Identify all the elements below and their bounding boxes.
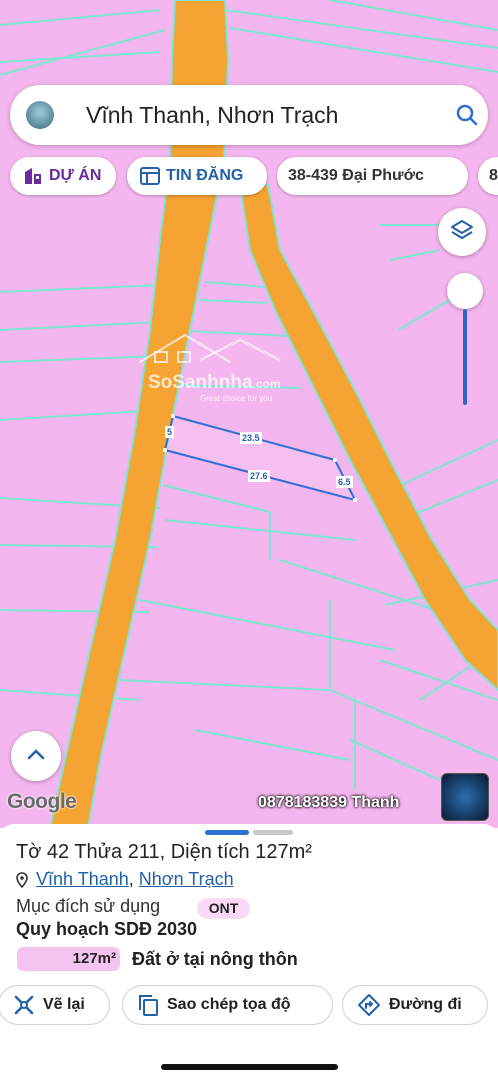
dimension-label: 6.5 bbox=[336, 476, 353, 488]
dimension-label: 27.6 bbox=[248, 470, 270, 482]
layers-button[interactable] bbox=[438, 208, 486, 256]
plan-heading: Quy hoạch SDĐ 2030 bbox=[16, 919, 198, 939]
location-pin-icon bbox=[16, 871, 28, 888]
land-use-label: Đất ở tại nông thôn bbox=[132, 949, 298, 969]
chip-label: 8 bbox=[489, 167, 498, 184]
directions-icon bbox=[357, 993, 381, 1017]
purpose-label: Mục đích sử dụng bbox=[16, 896, 161, 916]
map-view[interactable]: 5 23.5 27.6 6.5 SoSanhnha.com Great choi… bbox=[0, 0, 498, 828]
location-separator: , bbox=[128, 869, 139, 889]
building-icon bbox=[23, 166, 43, 186]
home-indicator[interactable] bbox=[161, 1064, 338, 1070]
search-icon[interactable] bbox=[456, 104, 478, 131]
search-bar[interactable]: Vĩnh Thanh, Nhơn Trạch bbox=[10, 85, 488, 145]
info-sheet: Tờ 42 Thửa 211, Diện tích 127m² Vĩnh Tha… bbox=[0, 824, 498, 1080]
chip-location[interactable]: 38-439 Đại Phước bbox=[277, 157, 468, 195]
chip-label: 38-439 Đại Phước bbox=[288, 167, 424, 184]
brand-thumbnail[interactable] bbox=[441, 773, 489, 821]
listing-icon bbox=[140, 167, 160, 185]
selected-parcel[interactable] bbox=[163, 414, 357, 502]
chip-du-an[interactable]: DỰ ÁN bbox=[10, 157, 116, 195]
area-swatch: 127m² bbox=[17, 947, 120, 971]
avatar[interactable] bbox=[26, 101, 54, 129]
search-title[interactable]: Vĩnh Thanh, Nhơn Trạch bbox=[86, 102, 338, 129]
watermark-text: SoSanhnha.com bbox=[148, 372, 281, 393]
copy-coordinates-button[interactable]: Sao chép tọa độ bbox=[122, 985, 333, 1025]
directions-button[interactable]: Đường đi bbox=[342, 985, 488, 1025]
location-ward-link[interactable]: Vĩnh Thanh bbox=[36, 869, 129, 890]
location-district-link[interactable]: Nhơn Trạch bbox=[139, 869, 234, 890]
scroll-up-button[interactable] bbox=[11, 731, 61, 781]
purpose-badge: ONT bbox=[197, 898, 250, 919]
button-label: Vẽ lại bbox=[43, 996, 85, 1013]
chevron-up-icon bbox=[26, 747, 46, 766]
dimension-label: 23.5 bbox=[240, 432, 262, 444]
zoom-slider-track[interactable] bbox=[463, 309, 467, 405]
sheet-indicator bbox=[253, 830, 293, 835]
copy-icon bbox=[137, 993, 159, 1017]
button-label: Đường đi bbox=[389, 996, 462, 1013]
layers-icon bbox=[450, 218, 474, 247]
redraw-button[interactable]: Vẽ lại bbox=[0, 985, 110, 1025]
parcel-title: Tờ 42 Thửa 211, Diện tích 127m² bbox=[16, 841, 312, 863]
phone-label: 0878183839 Thanh bbox=[258, 794, 400, 811]
google-logo: Google bbox=[7, 790, 77, 813]
watermark-tagline: Great choice for you bbox=[200, 394, 273, 403]
redraw-icon bbox=[13, 994, 35, 1016]
button-label: Sao chép tọa độ bbox=[167, 996, 291, 1013]
chip-label: DỰ ÁN bbox=[49, 167, 102, 184]
parcel-location: Vĩnh Thanh, Nhơn Trạch bbox=[16, 869, 234, 890]
sheet-indicator-active bbox=[205, 830, 249, 835]
zoom-slider-handle[interactable] bbox=[447, 273, 483, 309]
chip-tin-dang[interactable]: TIN ĐĂNG bbox=[127, 157, 267, 195]
chip-label: TIN ĐĂNG bbox=[166, 167, 244, 184]
dimension-label: 5 bbox=[165, 426, 175, 438]
